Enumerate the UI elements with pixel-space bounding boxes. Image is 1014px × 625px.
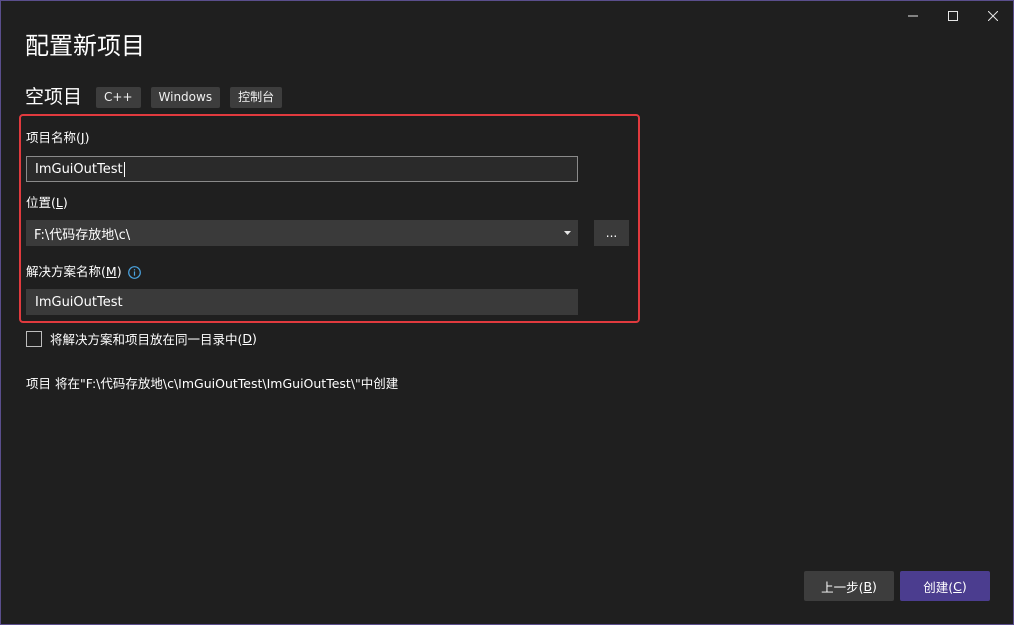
solution-name-label: 解决方案名称(M) (26, 264, 141, 280)
location-label: 位置(L) (26, 195, 68, 211)
solution-name-value: ImGuiOutTest (35, 294, 123, 310)
maximize-icon[interactable] (933, 1, 973, 31)
project-name-label-end: ) (84, 130, 90, 145)
project-name-label: 项目名称(J) (26, 130, 89, 146)
back-button[interactable]: 上一步(B) (804, 571, 894, 601)
same-directory-option[interactable]: 将解决方案和项目放在同一目录中(D) (26, 329, 257, 348)
page-title: 配置新项目 (25, 32, 145, 60)
project-path-info: 项目 将在"F:\代码存放地\c\ImGuiOutTest\ImGuiOutTe… (26, 376, 399, 391)
project-name-label-text: 项目名称( (26, 130, 81, 145)
template-name: 空项目 (25, 86, 83, 108)
browse-button[interactable]: ... (594, 220, 629, 246)
same-directory-accel: D (242, 331, 253, 346)
info-icon[interactable] (127, 265, 141, 279)
back-button-label-end: ) (872, 578, 877, 594)
solution-name-label-end: ) (116, 264, 122, 279)
dropdown-arrow-icon[interactable] (560, 231, 574, 235)
create-button-accel: C (953, 578, 962, 594)
back-button-accel: B (863, 578, 873, 594)
create-button-label: 创建( (923, 579, 954, 595)
location-label-text: 位置( (26, 195, 56, 210)
location-label-end: ) (62, 195, 68, 210)
dialog-window: 配置新项目 空项目 C++ Windows 控制台 项目名称(J) ImGuiO… (0, 0, 1014, 625)
same-directory-label-end: ) (252, 331, 257, 346)
same-directory-checkbox[interactable] (26, 330, 42, 347)
tag-project-type: 控制台 (230, 86, 283, 108)
tag-platform: Windows (150, 86, 221, 108)
minimize-icon[interactable] (893, 1, 933, 31)
project-name-input[interactable]: ImGuiOutTest (26, 156, 578, 182)
back-button-label: 上一步( (821, 579, 864, 595)
location-value: F:\代码存放地\c\ (34, 227, 131, 243)
project-name-value: ImGuiOutTest (35, 161, 123, 177)
solution-name-input[interactable]: ImGuiOutTest (26, 289, 578, 315)
window-controls (893, 1, 1013, 31)
solution-name-accel: M (105, 264, 117, 279)
close-icon[interactable] (973, 1, 1013, 31)
tag-language: C++ (96, 86, 141, 108)
location-combobox[interactable]: F:\代码存放地\c\ (26, 220, 578, 246)
solution-name-label-text: 解决方案名称( (26, 264, 106, 279)
location-accel: L (55, 195, 63, 210)
text-caret (123, 161, 125, 177)
create-button-label-end: ) (961, 578, 967, 594)
create-button[interactable]: 创建(C) (900, 571, 990, 601)
same-directory-label: 将解决方案和项目放在同一目录中( (50, 332, 243, 347)
template-summary: 空项目 C++ Windows 控制台 (25, 85, 292, 109)
